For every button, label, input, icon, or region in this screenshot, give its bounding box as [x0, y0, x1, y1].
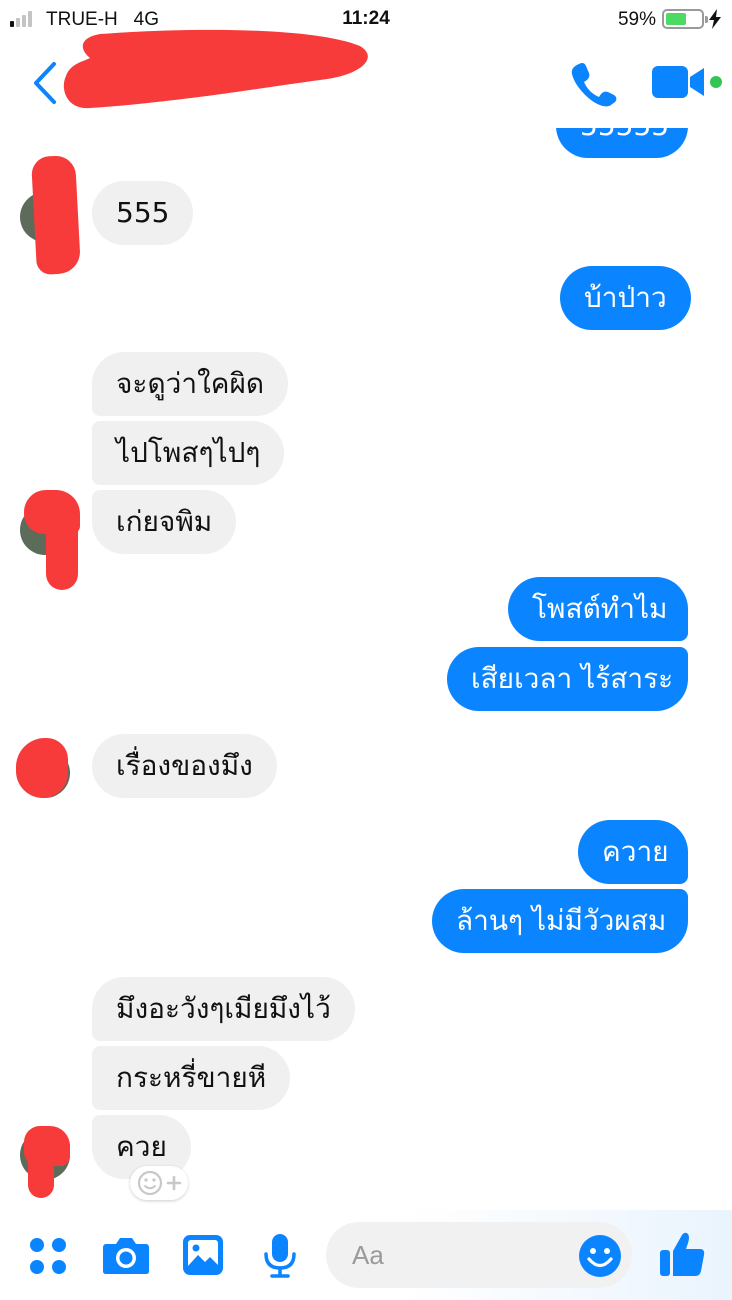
add-reaction-button[interactable]	[130, 1166, 188, 1200]
microphone-icon[interactable]	[262, 1232, 298, 1280]
redaction-mark	[28, 1140, 54, 1198]
message-bubble-incoming[interactable]: มึงอะวังๆเมียมึงไว้	[92, 977, 355, 1041]
chevron-left-icon[interactable]	[28, 60, 64, 106]
message-bubble-incoming[interactable]: เก่ยจพิม	[92, 490, 237, 554]
message-bubble-outgoing[interactable]: โพสต์ทำไม	[508, 577, 688, 641]
message-composer: Aa	[0, 1210, 732, 1300]
message-bubble-incoming[interactable]: ไปโพสๆไปๆ	[92, 421, 285, 485]
message-bubble-incoming[interactable]: เรื่องของมึง	[92, 734, 277, 798]
message-bubble-outgoing[interactable]: เสียเวลา ไร้สาระ	[447, 647, 688, 711]
apps-icon[interactable]	[28, 1236, 68, 1276]
message-bubble-incoming[interactable]: จะดูว่าใคผิด	[92, 352, 289, 416]
contact-name-redaction	[63, 29, 368, 109]
redaction-mark	[30, 154, 82, 276]
message-bubble-outgoing[interactable]: บ้าป่าว	[560, 266, 691, 330]
video-camera-icon[interactable]	[650, 62, 708, 102]
online-status-dot	[710, 76, 722, 88]
conversation-header	[0, 29, 732, 128]
message-bubble-incoming[interactable]: 555	[92, 181, 194, 245]
message-bubble-outgoing[interactable]: ล้านๆ ไม่มีวัวผสม	[432, 889, 688, 953]
redaction-mark	[16, 738, 68, 798]
photo-icon[interactable]	[182, 1234, 224, 1276]
message-bubble-outgoing[interactable]: ควาย	[578, 820, 688, 884]
camera-icon[interactable]	[102, 1234, 150, 1276]
thumbs-up-icon[interactable]	[658, 1230, 706, 1278]
phone-icon[interactable]	[568, 58, 618, 108]
add-reaction-icon	[137, 1170, 182, 1196]
message-list[interactable]: 55555 555 บ้าป่าว จะดูว่าใคผิด ไปโพสๆไปๆ…	[0, 0, 732, 1300]
redaction-mark	[46, 510, 78, 590]
emoji-icon[interactable]	[578, 1234, 622, 1278]
message-input-placeholder: Aa	[352, 1240, 384, 1270]
message-bubble-incoming[interactable]: กระหรี่ขายหี	[92, 1046, 291, 1110]
